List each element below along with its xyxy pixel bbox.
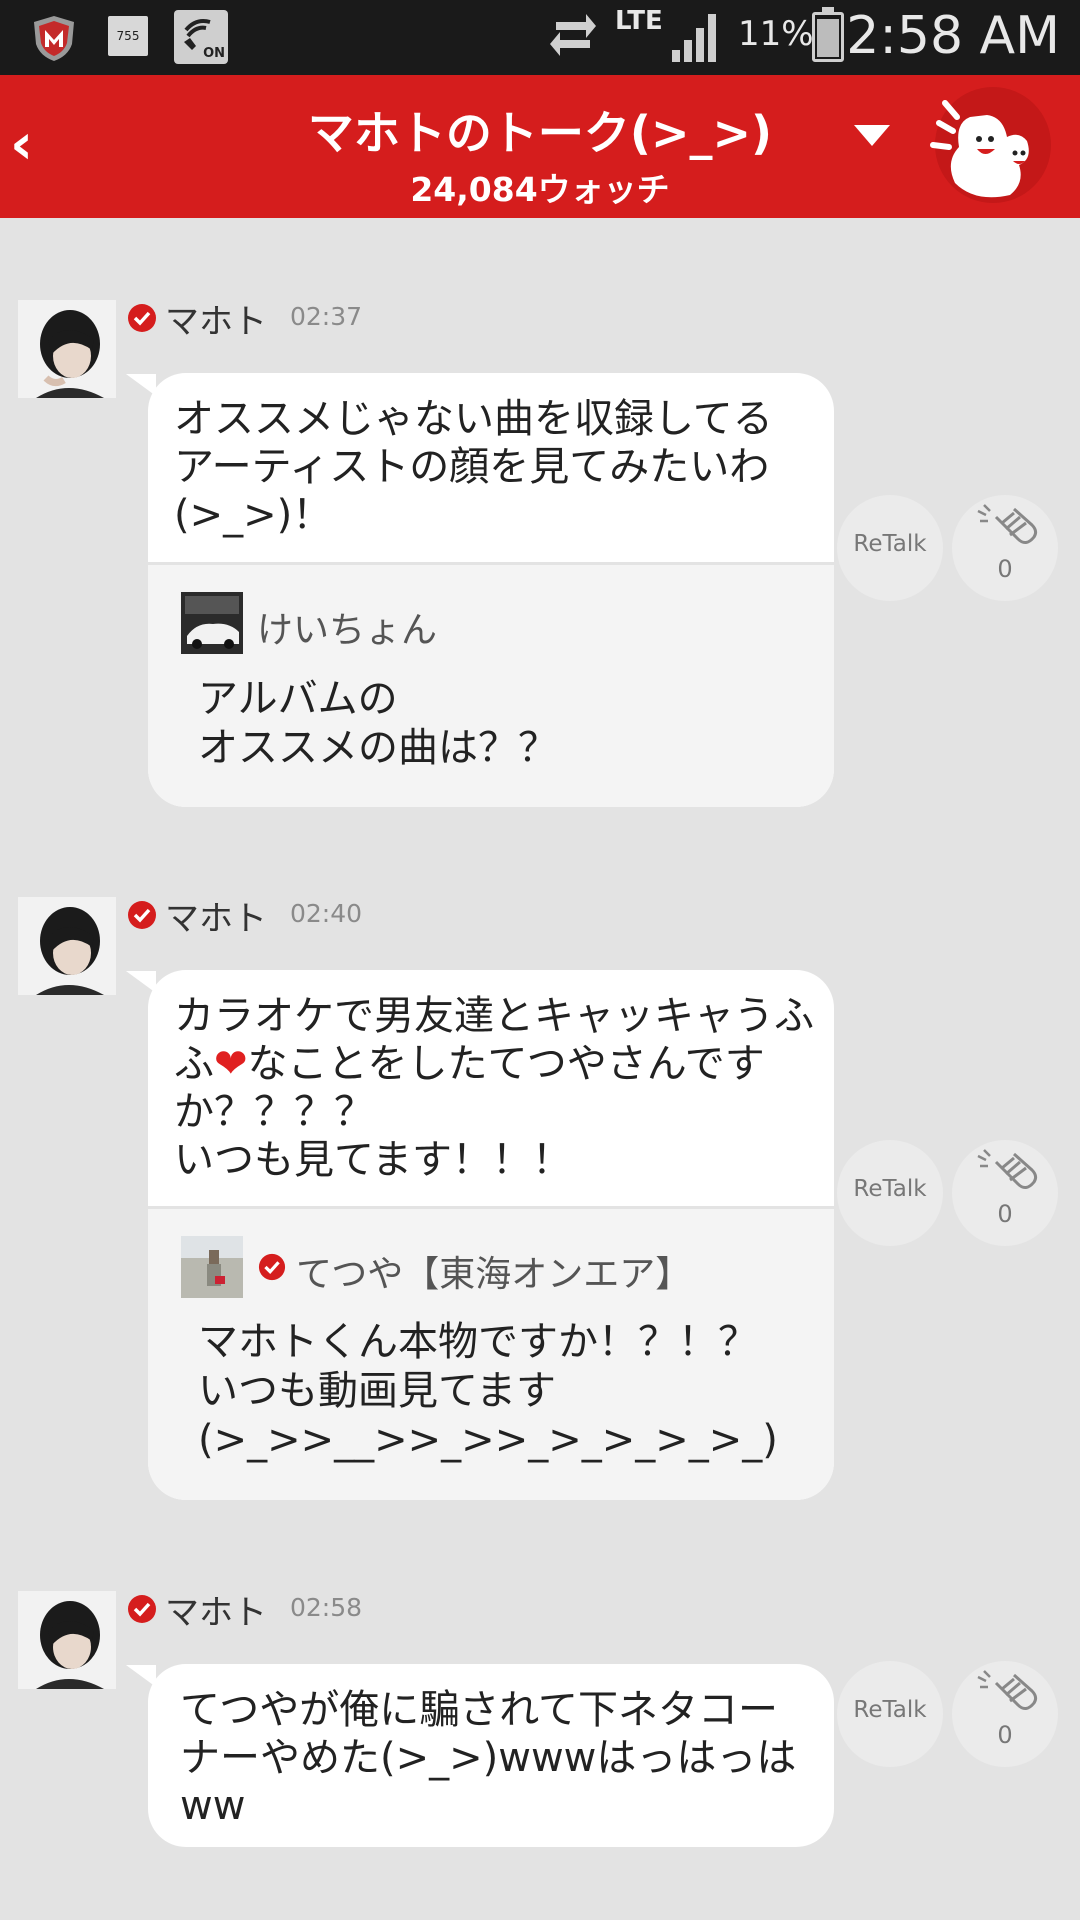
clap-button[interactable]: 0: [952, 1140, 1058, 1246]
clap-count: 0: [997, 1200, 1013, 1228]
verified-check-icon: [128, 1595, 156, 1623]
wifi-calling-on-label: ON: [203, 46, 225, 61]
status-bar: 755 ON LTE 11% 2:58 AM: [0, 0, 1080, 75]
mascot-logo-icon[interactable]: [915, 87, 1055, 209]
clap-hands-icon: [977, 504, 1038, 544]
retalk-label: ReTalk: [853, 531, 927, 557]
battery-icon: [812, 7, 844, 62]
clap-button[interactable]: 0: [952, 495, 1058, 601]
retalk-label: ReTalk: [853, 1176, 927, 1202]
sender-name[interactable]: マホト: [165, 294, 267, 343]
retalk-button[interactable]: ReTalk: [837, 495, 943, 601]
clap-count: 0: [997, 1721, 1013, 1749]
reply-text: アルバムの オススメの曲は？？: [198, 676, 558, 771]
retalk-button[interactable]: ReTalk: [837, 1661, 943, 1767]
clap-count: 0: [997, 555, 1013, 583]
heart-emoji-icon: ❤: [214, 1041, 248, 1087]
message-time: 02:40: [290, 899, 363, 928]
verified-check-icon: [128, 304, 156, 332]
avatar[interactable]: [18, 300, 116, 398]
data-transfer-icon: [550, 14, 596, 56]
clap-hands-icon: [977, 1149, 1038, 1189]
reply-text: マホトくん本物ですか！？！？ いつも動画見てます (>_>>__>>_>>_>_…: [198, 1319, 778, 1463]
quoted-reply: てつや【東海オンエア】 マホトくん本物ですか！？！？ いつも動画見てます (>_…: [148, 1206, 834, 1500]
message-time: 02:58: [290, 1593, 363, 1622]
sender-name[interactable]: マホト: [165, 891, 267, 940]
battery-percent: 11%: [738, 14, 814, 54]
wifi-calling-icon: ON: [174, 10, 228, 64]
message-text-part-b: なことをしたてつやさんです か？？？？ いつも見てます！！！: [174, 1041, 765, 1183]
quoted-reply: けいちょん アルバムの オススメの曲は？？: [148, 562, 834, 807]
reply-sender-name[interactable]: てつや【東海オンエア】: [296, 1245, 691, 1297]
app-755-icon: 755: [108, 16, 148, 56]
reply-sender-name[interactable]: けいちょん: [257, 601, 437, 653]
talk-header: ‹ マホトのトーク(>_>) 24,084ウォッチ: [0, 75, 1080, 218]
message-bubble[interactable]: カラオケで男友達とキャッキャうふ ふ❤なことをしたてつやさんです か？？？？ い…: [148, 970, 834, 1500]
mcafee-shield-icon: [34, 16, 74, 61]
message-bubble[interactable]: てつやが俺に騙されて下ネタコー ナーやめた(>_>)wwwはっはっは ww: [148, 1664, 834, 1847]
message-text: てつやが俺に騙されて下ネタコー ナーやめた(>_>)wwwはっはっは ww: [180, 1687, 797, 1829]
lte-label: LTE: [615, 6, 663, 36]
sender-name[interactable]: マホト: [165, 1585, 267, 1634]
avatar[interactable]: [18, 897, 116, 995]
avatar[interactable]: [18, 1591, 116, 1689]
reply-verified-check-icon: [258, 1253, 286, 1281]
signal-strength-icon: [672, 14, 716, 62]
clock: 2:58 AM: [846, 6, 1060, 66]
retalk-button[interactable]: ReTalk: [837, 1140, 943, 1246]
message-time: 02:37: [290, 302, 363, 331]
dropdown-triangle-icon[interactable]: [852, 122, 892, 148]
clap-hands-icon: [977, 1670, 1038, 1710]
retalk-label: ReTalk: [853, 1697, 927, 1723]
reply-avatar[interactable]: [181, 1236, 243, 1298]
message-bubble[interactable]: オススメじゃない曲を収録してる アーティストの顔を見てみたいわ (>_>)！ け…: [148, 373, 834, 807]
verified-check-icon: [128, 901, 156, 929]
clap-button[interactable]: 0: [952, 1661, 1058, 1767]
message-text: オススメじゃない曲を収録してる アーティストの顔を見てみたいわ (>_>)！: [174, 396, 773, 538]
reply-avatar[interactable]: [181, 592, 243, 654]
message-text: カラオケで男友達とキャッキャうふ ふ❤なことをしたてつやさんです か？？？？ い…: [174, 992, 824, 1184]
